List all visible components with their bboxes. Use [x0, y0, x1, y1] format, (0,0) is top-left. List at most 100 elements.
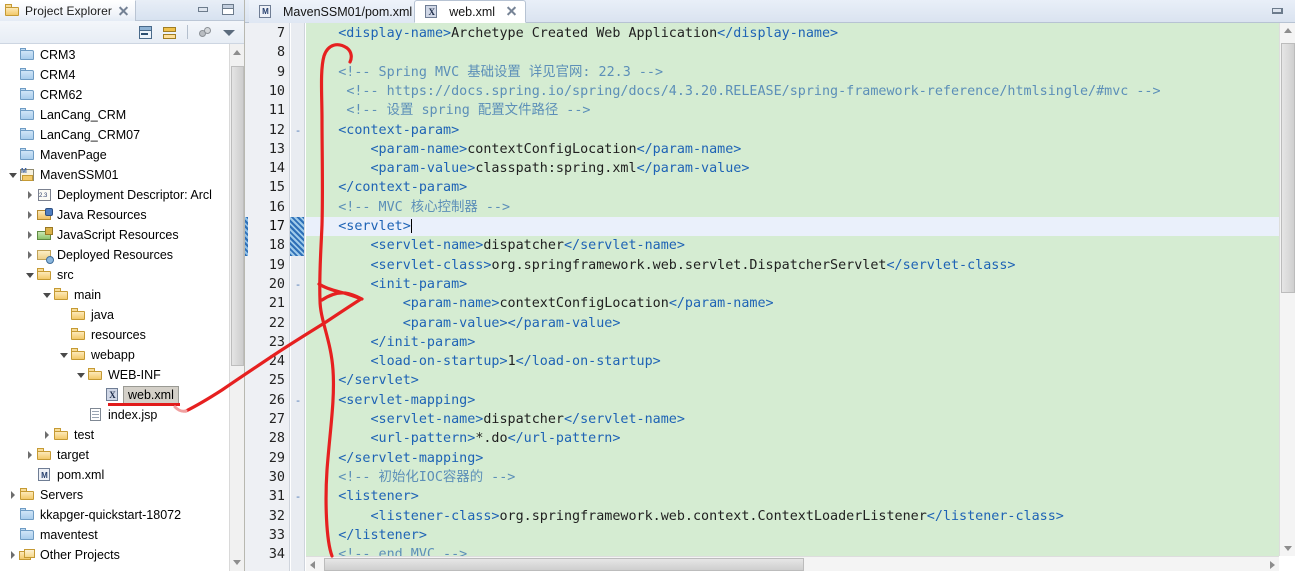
code-line[interactable]: <!-- Spring MVC 基础设置 详见官网: 22.3 -->: [306, 63, 1279, 82]
scroll-right-icon[interactable]: [1270, 561, 1275, 569]
expander-icon[interactable]: [23, 245, 36, 265]
tree-item-other-projects[interactable]: Other Projects: [6, 545, 120, 565]
tree-item-target[interactable]: target: [23, 445, 89, 465]
tree-item-crm62[interactable]: CRM62: [6, 85, 82, 105]
expander-icon[interactable]: [6, 545, 19, 565]
tree-item-test[interactable]: test: [40, 425, 94, 445]
close-icon[interactable]: [118, 6, 129, 17]
tab-project-explorer[interactable]: Project Explorer: [0, 0, 136, 21]
minimize-icon[interactable]: [196, 3, 211, 17]
expander-icon[interactable]: [6, 125, 19, 145]
code-line[interactable]: <servlet-name>dispatcher</servlet-name>: [306, 410, 1279, 429]
expander-icon[interactable]: [23, 205, 36, 225]
expander-icon[interactable]: [6, 105, 19, 125]
expander-icon[interactable]: [23, 265, 36, 285]
fold-toggle-icon[interactable]: -: [293, 487, 303, 506]
expander-icon[interactable]: [6, 505, 19, 525]
code-line[interactable]: <!-- 设置 spring 配置文件路径 -->: [306, 101, 1279, 120]
expander-icon[interactable]: [6, 45, 19, 65]
code-line[interactable]: </init-param>: [306, 333, 1279, 352]
code-line[interactable]: </servlet-mapping>: [306, 449, 1279, 468]
tree-item-web-inf[interactable]: WEB-INF: [74, 365, 161, 385]
tree-item-resources[interactable]: resources: [57, 325, 146, 345]
tree-item-crm4[interactable]: CRM4: [6, 65, 75, 85]
expander-icon[interactable]: [23, 225, 36, 245]
code-line[interactable]: <listener-class>org.springframework.web.…: [306, 507, 1279, 526]
scroll-down-icon[interactable]: [233, 560, 241, 565]
expander-icon[interactable]: [57, 325, 70, 345]
expander-icon[interactable]: [6, 165, 19, 185]
expander-icon[interactable]: [57, 345, 70, 365]
tree-item-crm3[interactable]: CRM3: [6, 45, 75, 65]
tree-item-main[interactable]: main: [40, 285, 101, 305]
scrollbar-thumb[interactable]: [324, 558, 804, 571]
expander-icon[interactable]: [6, 145, 19, 165]
code-line[interactable]: <servlet-mapping>: [306, 391, 1279, 410]
tree-item-servers[interactable]: Servers: [6, 485, 83, 505]
code-line[interactable]: <!-- https://docs.spring.io/spring/docs/…: [306, 82, 1279, 101]
expander-icon[interactable]: [23, 445, 36, 465]
expander-icon[interactable]: [6, 65, 19, 85]
code-line[interactable]: <!-- 初始化IOC容器的 -->: [306, 468, 1279, 487]
expander-icon[interactable]: [6, 485, 19, 505]
tree-item-javascript-resources[interactable]: JavaScript Resources: [23, 225, 179, 245]
link-with-editor-icon[interactable]: [161, 24, 178, 41]
view-menu-icon[interactable]: [221, 24, 238, 41]
code-folding-column[interactable]: -----: [291, 23, 305, 571]
expander-icon[interactable]: [91, 385, 104, 405]
tree-item-pom-xml[interactable]: Mpom.xml: [23, 465, 104, 485]
editor-tab-mavenssm01-pom-xml[interactable]: M MavenSSM01/pom.xml: [249, 0, 422, 23]
code-line[interactable]: <init-param>: [306, 275, 1279, 294]
code-line[interactable]: <!-- MVC 核心控制器 -->: [306, 198, 1279, 217]
close-icon[interactable]: [506, 6, 517, 17]
filter-icon[interactable]: [197, 24, 214, 41]
fold-toggle-icon[interactable]: -: [293, 275, 303, 294]
code-line[interactable]: <param-value>classpath:spring.xml</param…: [306, 159, 1279, 178]
scrollbar-thumb[interactable]: [231, 66, 244, 366]
tree-item-deployment-descriptor-arcl[interactable]: 2.3 Deployment Descriptor: Arcl: [23, 185, 212, 205]
code-text-area[interactable]: <display-name>Archetype Created Web Appl…: [306, 23, 1279, 556]
code-line[interactable]: <load-on-startup>1</load-on-startup>: [306, 352, 1279, 371]
tree-item-index-jsp[interactable]: index.jsp: [74, 405, 157, 425]
code-line[interactable]: </context-param>: [306, 178, 1279, 197]
code-editor[interactable]: 7 8 9 10 11 12 13 14 15 16 17 18 19 20 21 22 23 24 25 26 27 2…: [245, 23, 1295, 571]
code-line[interactable]: <context-param>: [306, 121, 1279, 140]
code-line[interactable]: [306, 43, 1279, 62]
fold-toggle-icon[interactable]: -: [293, 391, 303, 410]
tree-item-java[interactable]: java: [57, 305, 114, 325]
expander-icon[interactable]: [40, 425, 53, 445]
tree-item-maventest[interactable]: maventest: [6, 525, 98, 545]
code-line[interactable]: <param-name>contextConfigLocation</param…: [306, 140, 1279, 159]
expander-icon[interactable]: [23, 465, 36, 485]
tree-item-java-resources[interactable]: Java Resources: [23, 205, 147, 225]
code-line[interactable]: <!-- end MVC -->: [306, 545, 1279, 556]
editor-vertical-scrollbar[interactable]: [1279, 23, 1295, 556]
tree-item-deployed-resources[interactable]: Deployed Resources: [23, 245, 173, 265]
scrollbar-thumb[interactable]: [1281, 43, 1295, 293]
tree-item-mavenssm01[interactable]: M MavenSSM01: [6, 165, 119, 185]
scroll-up-icon[interactable]: [1284, 28, 1292, 33]
tree-item-web-xml[interactable]: Xweb.xml: [91, 385, 179, 405]
code-line[interactable]: <display-name>Archetype Created Web Appl…: [306, 24, 1279, 43]
expander-icon[interactable]: [74, 365, 87, 385]
tree-item-lancang-crm[interactable]: LanCang_CRM: [6, 105, 126, 125]
tree-item-mavenpage[interactable]: MavenPage: [6, 145, 107, 165]
code-line[interactable]: <url-pattern>*.do</url-pattern>: [306, 429, 1279, 448]
maximize-icon[interactable]: [221, 3, 236, 17]
code-line[interactable]: </listener>: [306, 526, 1279, 545]
tree-item-src[interactable]: src: [23, 265, 74, 285]
expander-icon[interactable]: [74, 405, 87, 425]
scroll-left-icon[interactable]: [310, 561, 315, 569]
editor-horizontal-scrollbar[interactable]: [306, 556, 1279, 571]
fold-toggle-icon[interactable]: -: [293, 121, 303, 140]
code-line[interactable]: <servlet-class>org.springframework.web.s…: [306, 256, 1279, 275]
collapse-all-icon[interactable]: [137, 24, 154, 41]
project-tree[interactable]: CRM3 CRM4 CRM62 LanCang_CRM LanCang_CRM07 Mav…: [0, 44, 244, 571]
tree-item-lancang-crm07[interactable]: LanCang_CRM07: [6, 125, 140, 145]
scroll-up-icon[interactable]: [233, 50, 241, 55]
expander-icon[interactable]: [40, 285, 53, 305]
tree-item-webapp[interactable]: webapp: [57, 345, 135, 365]
editor-tab-web-xml[interactable]: Xweb.xml: [414, 0, 527, 23]
tree-item-kkapger-quickstart-18072[interactable]: kkapger-quickstart-18072: [6, 505, 181, 525]
restore-down-icon[interactable]: [1270, 4, 1285, 18]
